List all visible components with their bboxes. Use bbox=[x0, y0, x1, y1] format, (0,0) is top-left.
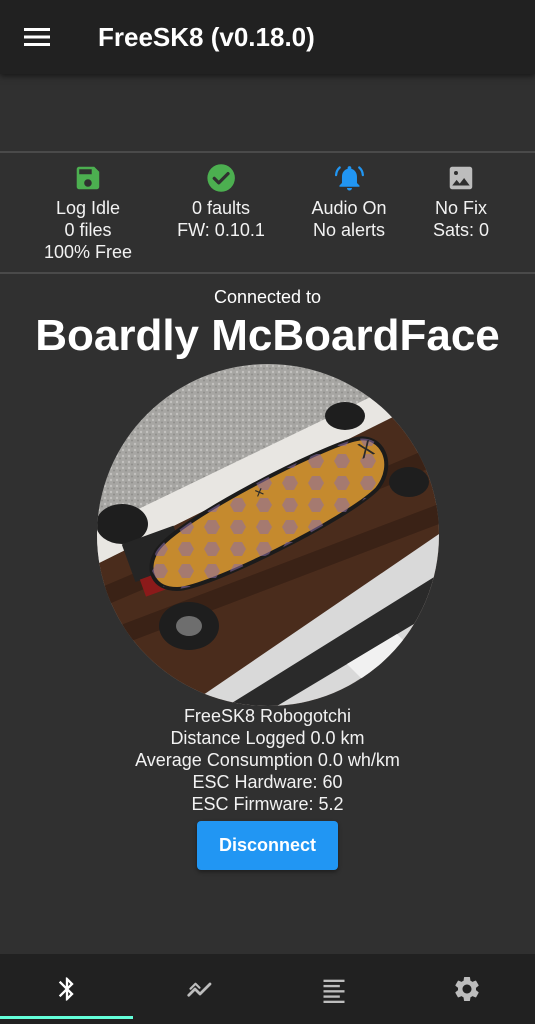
board-name: Boardly McBoardFace bbox=[35, 311, 500, 360]
connected-label: Connected to bbox=[213, 287, 322, 307]
firmware-version: FW: 0.10.1 bbox=[177, 220, 265, 240]
gps-satellites: Sats: 0 bbox=[432, 220, 490, 240]
list-icon bbox=[323, 979, 344, 1003]
bluetooth-icon bbox=[58, 977, 74, 1001]
gps-status[interactable]: No Fix Sats: 0 bbox=[433, 163, 489, 241]
divider-top bbox=[0, 151, 535, 153]
board-photo: × X bbox=[97, 364, 439, 706]
esc-firmware: ESC Firmware: 5.2 bbox=[191, 794, 344, 814]
tab-connection[interactable] bbox=[0, 954, 133, 1024]
esc-hardware: ESC Hardware: 60 bbox=[192, 772, 343, 792]
board-info: FreeSK8 Robogotchi Distance Logged 0.0 k… bbox=[0, 705, 535, 815]
faults-count: 0 faults bbox=[191, 198, 251, 218]
hamburger-menu-icon bbox=[24, 28, 50, 46]
selected-tab-indicator bbox=[0, 1016, 133, 1019]
app-title: FreeSK8 (v0.18.0) bbox=[98, 22, 315, 52]
image-icon bbox=[449, 166, 473, 190]
disconnect-button[interactable]: Disconnect bbox=[197, 821, 338, 870]
audio-state: Audio On bbox=[311, 198, 387, 218]
gps-fix-state: No Fix bbox=[434, 198, 487, 218]
audio-status[interactable]: Audio On No alerts bbox=[311, 163, 387, 241]
save-icon bbox=[76, 166, 100, 190]
bottom-nav bbox=[0, 954, 535, 1024]
menu-button[interactable] bbox=[14, 17, 62, 57]
device-name: FreeSK8 Robogotchi bbox=[183, 706, 352, 726]
divider-bottom bbox=[0, 272, 535, 274]
log-status-text: Log Idle bbox=[55, 198, 121, 218]
log-files-count: 0 files bbox=[64, 220, 112, 240]
log-status[interactable]: Log Idle 0 files 100% Free bbox=[44, 163, 132, 263]
app-bar: FreeSK8 (v0.18.0) bbox=[0, 0, 535, 74]
faults-status[interactable]: 0 faults FW: 0.10.1 bbox=[177, 163, 265, 241]
tab-logs[interactable] bbox=[267, 954, 400, 1024]
distance-logged: Distance Logged 0.0 km bbox=[170, 728, 365, 748]
alerts-state: No alerts bbox=[312, 220, 386, 240]
tab-settings[interactable] bbox=[400, 954, 533, 1024]
average-consumption: Average Consumption 0.0 wh/km bbox=[135, 750, 400, 770]
log-storage-free: 100% Free bbox=[43, 242, 133, 262]
check-circle-icon bbox=[207, 164, 235, 192]
tab-realtime[interactable] bbox=[133, 954, 266, 1024]
realtime-chart-icon bbox=[186, 982, 211, 997]
alarm-bell-icon bbox=[334, 166, 364, 191]
gear-icon bbox=[454, 977, 479, 1001]
